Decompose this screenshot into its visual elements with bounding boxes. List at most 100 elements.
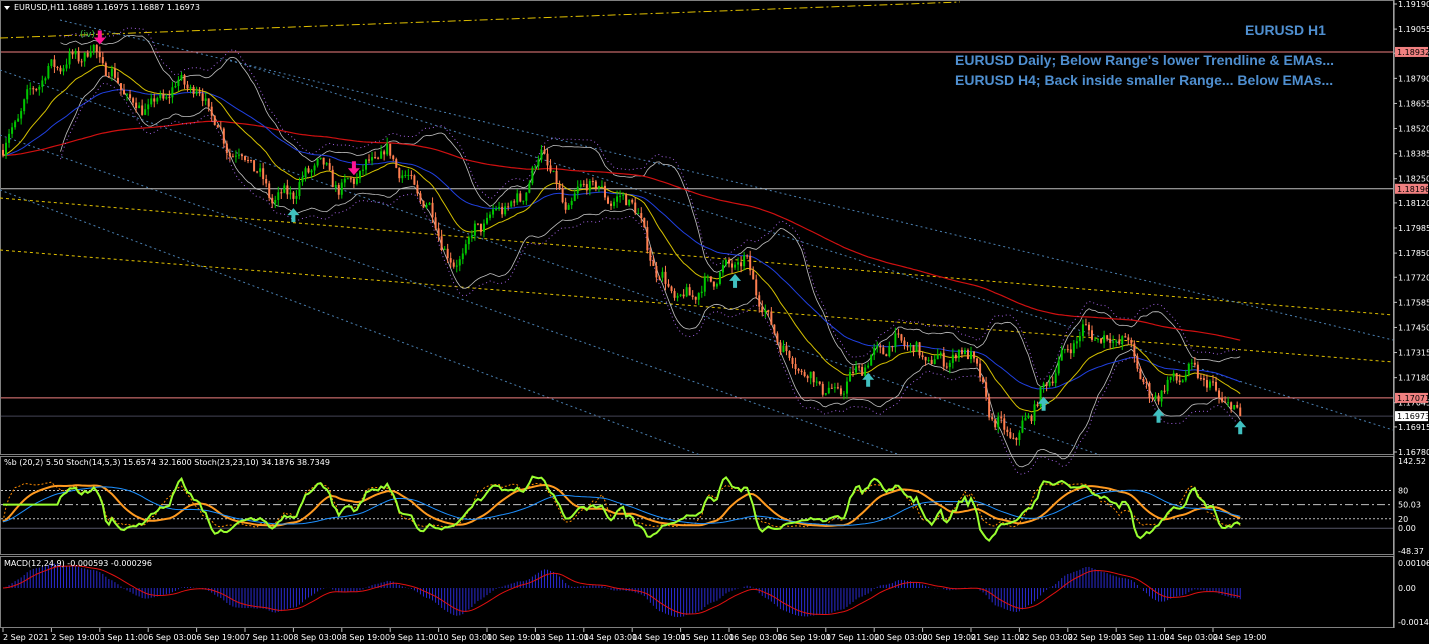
candle bbox=[295, 190, 298, 205]
candle-body bbox=[280, 192, 283, 194]
candle bbox=[610, 200, 613, 211]
candle bbox=[1069, 343, 1072, 360]
candle-body bbox=[979, 363, 982, 378]
candle-body bbox=[449, 258, 452, 263]
candle bbox=[262, 162, 265, 186]
candle bbox=[47, 63, 50, 80]
candle bbox=[434, 212, 437, 231]
candle-body bbox=[522, 200, 525, 202]
candle bbox=[607, 195, 609, 205]
candle bbox=[8, 128, 11, 148]
candle-body bbox=[301, 177, 304, 183]
candle-body bbox=[891, 346, 894, 348]
candle-body bbox=[619, 195, 622, 197]
time-tick-label: 3 Sep 11:00 bbox=[100, 633, 148, 642]
candle-body bbox=[561, 188, 564, 203]
candle bbox=[452, 259, 455, 269]
candle-body bbox=[1042, 383, 1045, 387]
candle bbox=[697, 292, 700, 306]
candle bbox=[455, 259, 458, 273]
candle bbox=[316, 158, 319, 168]
candle-body bbox=[528, 183, 531, 193]
candle-body bbox=[582, 183, 585, 185]
candle-body bbox=[501, 206, 504, 215]
candle-body bbox=[14, 121, 17, 128]
candle bbox=[265, 174, 268, 188]
candle bbox=[486, 212, 488, 225]
candle-body bbox=[534, 166, 537, 168]
candle-body bbox=[371, 157, 374, 161]
candle-body bbox=[525, 192, 528, 201]
price-tick-label: 1.17180 bbox=[1398, 374, 1429, 383]
candle-body bbox=[1239, 407, 1242, 417]
time-tick-label: 10 Sep 03:00 bbox=[439, 633, 492, 642]
candle-body bbox=[234, 155, 237, 157]
candle bbox=[1042, 381, 1045, 393]
candle bbox=[204, 92, 207, 106]
candle-body bbox=[464, 244, 467, 254]
candle-body bbox=[250, 160, 253, 162]
oscillator-tick-label: 80 bbox=[1398, 486, 1408, 495]
candle bbox=[56, 65, 59, 71]
candle bbox=[637, 208, 640, 215]
candle-body bbox=[882, 347, 885, 355]
time-tick-label: 9 Sep 11:00 bbox=[390, 633, 438, 642]
collapse-triangle-icon[interactable] bbox=[4, 6, 10, 10]
candle bbox=[973, 351, 976, 363]
time-tick-label: 21 Sep 11:00 bbox=[971, 633, 1024, 642]
buy-arrow-icon bbox=[729, 273, 742, 288]
time-tick-label: 20 Sep 03:00 bbox=[874, 633, 927, 642]
candle-body bbox=[879, 345, 882, 348]
candle-body bbox=[446, 248, 449, 259]
candle-body bbox=[398, 167, 401, 179]
time-tick-label: 8 Sep 19:00 bbox=[342, 633, 390, 642]
macd-label: MACD(12,24,9) -0.000593 -0.000296 bbox=[4, 559, 152, 568]
candle bbox=[150, 93, 153, 108]
candle-body bbox=[65, 64, 68, 69]
oscillator-pane[interactable]: 142.52 80 50.03 0.0020 -48.37 bbox=[1, 457, 1426, 556]
candle bbox=[313, 163, 316, 175]
candle bbox=[703, 272, 706, 297]
time-axis[interactable]: 2 Sep 2021 2 Sep 19:00 3 Sep 11:00 6 Sep 03… bbox=[2, 628, 1266, 642]
price-axis[interactable]: 1.191901.190551.189251.187901.186551.185… bbox=[1393, 0, 1429, 628]
candle-body bbox=[1091, 330, 1093, 340]
candle-body bbox=[219, 127, 222, 129]
price-tick-label: 1.18385 bbox=[1398, 150, 1429, 159]
candle bbox=[162, 89, 165, 101]
candle bbox=[250, 159, 253, 163]
candle bbox=[709, 276, 712, 283]
candle-body bbox=[286, 185, 289, 195]
candle bbox=[888, 341, 891, 358]
candle bbox=[23, 98, 26, 115]
candle-body bbox=[791, 357, 794, 364]
candle bbox=[467, 235, 470, 250]
time-tick-label: 22 Sep 03:00 bbox=[1019, 633, 1072, 642]
bollinger-upper bbox=[60, 35, 1241, 388]
candle-body bbox=[1057, 360, 1060, 374]
candle-body bbox=[383, 151, 386, 155]
candle-body bbox=[213, 115, 216, 125]
candle bbox=[504, 202, 507, 217]
candle bbox=[68, 48, 71, 69]
candle bbox=[17, 113, 20, 122]
candle-body bbox=[643, 217, 646, 228]
candle bbox=[147, 98, 150, 116]
candle-body bbox=[443, 248, 446, 250]
candle bbox=[815, 377, 818, 387]
candle bbox=[1072, 340, 1075, 358]
candle-body bbox=[343, 178, 346, 183]
candle bbox=[1157, 392, 1160, 405]
candle-body bbox=[749, 255, 752, 271]
macd-pane[interactable]: 0.00106 0.00 -0.00144 bbox=[2, 559, 1429, 627]
candle bbox=[219, 121, 222, 130]
candle-body bbox=[824, 393, 827, 395]
price-tick-label: 1.17985 bbox=[1398, 224, 1429, 233]
candle bbox=[464, 239, 467, 256]
candle-body bbox=[425, 204, 428, 208]
candle bbox=[1009, 428, 1012, 439]
candle-body bbox=[268, 183, 271, 198]
candle bbox=[401, 170, 404, 183]
candle-body bbox=[129, 94, 132, 99]
candle-body bbox=[180, 74, 183, 80]
candle-body bbox=[253, 160, 256, 172]
